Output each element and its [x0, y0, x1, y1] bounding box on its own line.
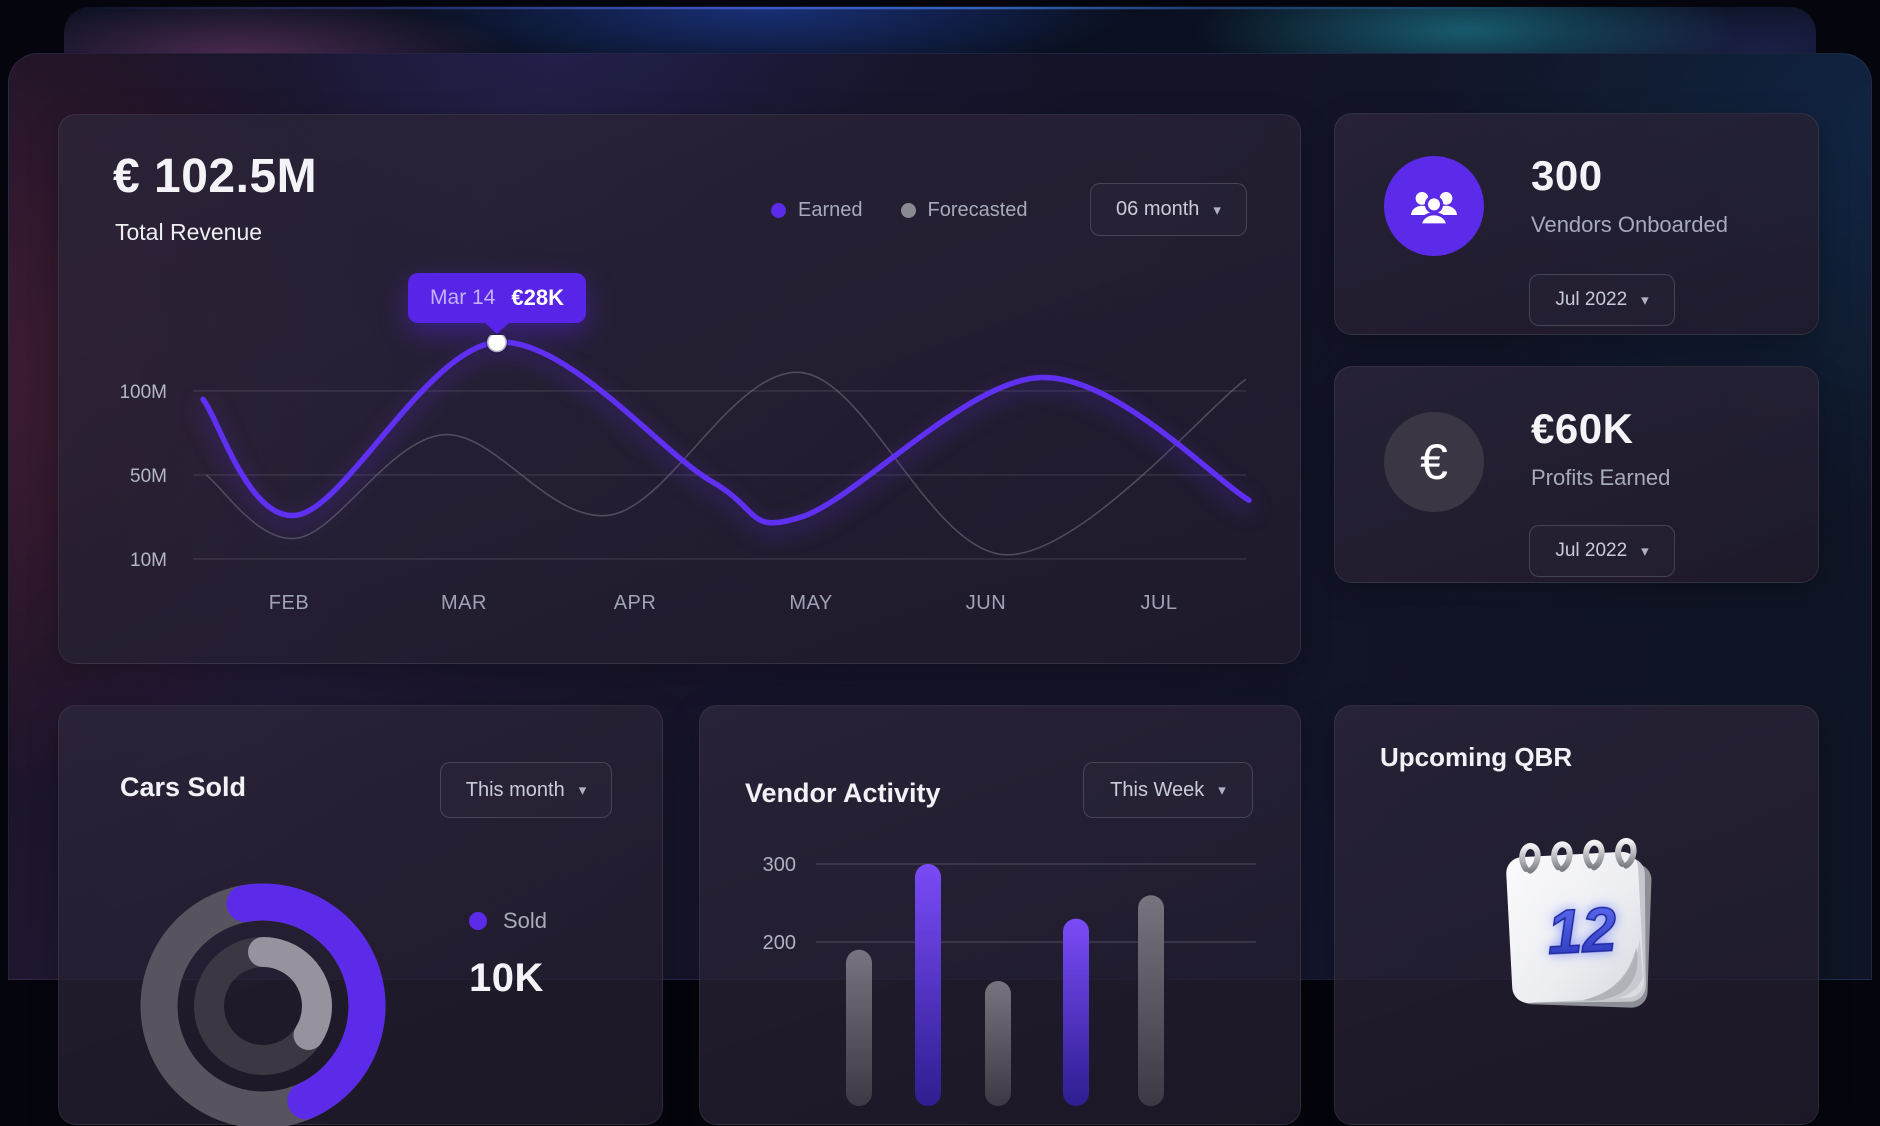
total-revenue-label: Total Revenue [115, 219, 262, 246]
earned-legend-dot-icon [771, 203, 786, 218]
vendors-period-dropdown[interactable]: Jul 2022 ▾ [1529, 274, 1675, 326]
euro-circle-icon: € [1384, 412, 1484, 512]
calendar-icon: 12 [1483, 814, 1683, 1034]
svg-text:50M: 50M [130, 466, 167, 487]
svg-text:APR: APR [614, 592, 657, 614]
svg-text:300: 300 [763, 854, 796, 876]
svg-text:200: 200 [763, 932, 796, 954]
svg-text:FEB: FEB [269, 592, 309, 614]
revenue-period-dropdown[interactable]: 06 month ▾ [1090, 183, 1247, 236]
vendor-activity-card: Vendor Activity This Week ▾ 300 200 [699, 705, 1301, 1125]
chevron-down-icon: ▾ [1641, 542, 1649, 560]
tooltip-date: Mar 14 [430, 286, 495, 310]
vendors-onboarded-card: 300 Vendors Onboarded Jul 2022 ▾ [1334, 113, 1819, 335]
bars [846, 864, 1164, 1106]
svg-text:JUL: JUL [1140, 592, 1177, 614]
sold-legend-label: Sold [503, 908, 547, 934]
vendors-period-value: Jul 2022 [1555, 289, 1627, 311]
revenue-period-value: 06 month [1116, 198, 1199, 221]
bar[interactable] [1063, 919, 1089, 1106]
bar[interactable] [985, 981, 1011, 1106]
legend-earned[interactable]: Earned [771, 199, 863, 222]
upcoming-qbr-card: Upcoming QBR 12 [1334, 705, 1819, 1125]
svg-text:100M: 100M [119, 382, 167, 403]
tooltip-value: €28K [511, 285, 564, 311]
vendors-label: Vendors Onboarded [1531, 212, 1728, 238]
revenue-legend: Earned Forecasted [771, 199, 1028, 222]
bar[interactable] [1138, 895, 1164, 1106]
vendor-activity-bar-chart[interactable]: 300 200 [700, 706, 1302, 1126]
cars-sold-card: Cars Sold This month ▾ Sold 10K [58, 705, 663, 1125]
bar[interactable] [846, 950, 872, 1106]
y-axis-ticks: 300 200 [763, 854, 796, 954]
profits-label: Profits Earned [1531, 465, 1670, 491]
cars-sold-value: 10K [469, 956, 544, 1001]
profits-earned-card: € €60K Profits Earned Jul 2022 ▾ [1334, 366, 1819, 583]
sold-legend-dot-icon [469, 912, 487, 930]
svg-text:MAR: MAR [441, 592, 487, 614]
total-revenue-value: € 102.5M [113, 149, 317, 204]
chart-tooltip: Mar 14 €28K [408, 273, 586, 323]
earned-line [203, 342, 1249, 523]
cars-donut-chart[interactable] [59, 706, 664, 1126]
calendar-day: 12 [1546, 895, 1618, 968]
people-group-icon [1408, 184, 1460, 228]
svg-text:10M: 10M [130, 550, 167, 571]
chevron-down-icon: ▾ [1641, 291, 1649, 309]
profits-period-value: Jul 2022 [1555, 540, 1627, 562]
gridlines [816, 864, 1256, 942]
revenue-line-chart[interactable]: 100M 50M 10M FEB MAR APR MAY JUN JUL [59, 335, 1302, 635]
svg-text:MAY: MAY [789, 592, 832, 614]
y-axis-ticks: 100M 50M 10M [119, 382, 167, 571]
euro-symbol: € [1420, 433, 1448, 491]
bar[interactable] [915, 864, 941, 1106]
profits-value: €60K [1531, 405, 1633, 453]
legend-forecasted-label: Forecasted [928, 199, 1028, 222]
svg-text:JUN: JUN [966, 592, 1006, 614]
total-revenue-card: € 102.5M Total Revenue Earned Forecasted… [58, 114, 1301, 664]
forecasted-legend-dot-icon [901, 203, 916, 218]
legend-forecasted[interactable]: Forecasted [901, 199, 1028, 222]
data-point-marker[interactable] [487, 335, 507, 352]
vendors-count: 300 [1531, 152, 1603, 200]
background-window-strip [64, 7, 1816, 59]
x-axis-ticks: FEB MAR APR MAY JUN JUL [269, 592, 1178, 614]
cars-legend: Sold [469, 908, 547, 934]
legend-earned-label: Earned [798, 199, 863, 222]
qbr-title: Upcoming QBR [1380, 742, 1572, 773]
vendors-avatar-circle [1384, 156, 1484, 256]
chevron-down-icon: ▾ [1213, 201, 1221, 219]
profits-period-dropdown[interactable]: Jul 2022 ▾ [1529, 525, 1675, 577]
